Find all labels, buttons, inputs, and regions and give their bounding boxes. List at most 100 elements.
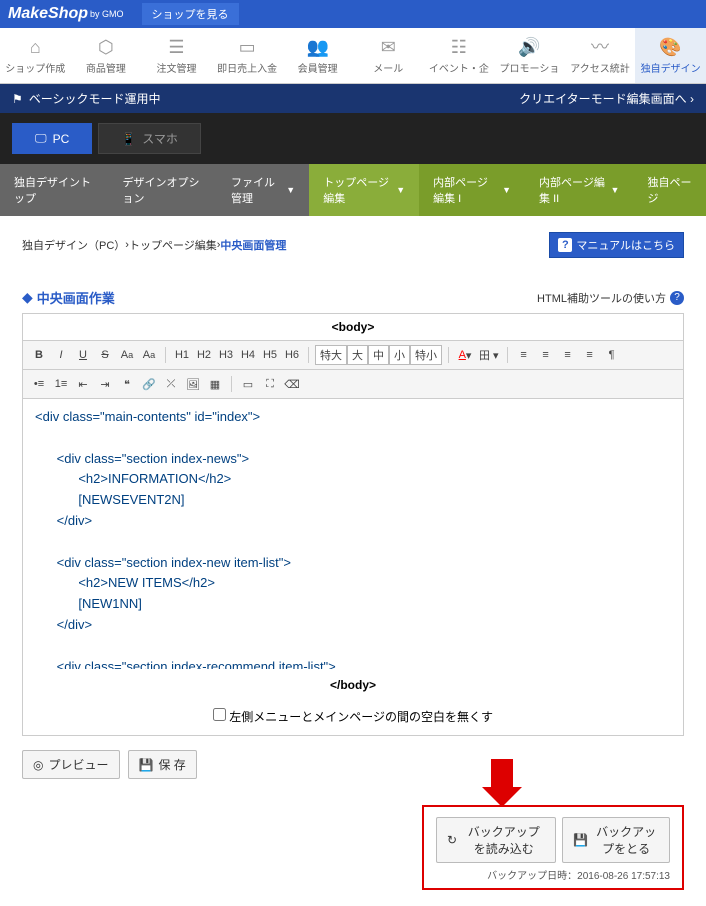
ul-button[interactable]: •≡ <box>29 374 49 394</box>
align-left-button[interactable]: ≡ <box>514 345 534 365</box>
body-close-label: </body> <box>23 672 683 698</box>
device-bar: 🖵 PC 📱 スマホ <box>0 113 706 164</box>
subnav-item-3[interactable]: トップページ編集▼ <box>309 164 419 216</box>
nav-icon: ⬡ <box>73 36 140 58</box>
nav-item-5[interactable]: ✉メール <box>353 28 424 83</box>
nav-label: メール <box>373 64 403 75</box>
bold-button[interactable]: B <box>29 345 49 365</box>
action-row: ◎ プレビュー 💾 保 存 <box>22 736 684 793</box>
clear-button[interactable]: ⌫ <box>282 374 302 394</box>
h5-button[interactable]: H5 <box>260 345 280 365</box>
nav-label: 注文管理 <box>156 64 196 75</box>
nav-label: 即日売上入金 <box>217 64 277 75</box>
nav-item-1[interactable]: ⬡ 商品管理 <box>71 28 142 83</box>
h2-button[interactable]: H2 <box>194 345 214 365</box>
table-button[interactable]: ▦ <box>205 374 225 394</box>
subnav-item-5[interactable]: 内部ページ編集 II▼ <box>525 164 633 216</box>
monitor-icon: 🖵 <box>35 131 47 146</box>
help-link[interactable]: HTML補助ツールの使い方 ? <box>537 290 684 306</box>
chevron-down-icon: ▼ <box>502 185 511 195</box>
nav-item-4[interactable]: 👥会員管理 <box>282 28 353 83</box>
question-icon: ? <box>670 291 684 305</box>
device-sp-button[interactable]: 📱 スマホ <box>98 123 201 154</box>
italic-button[interactable]: I <box>51 345 71 365</box>
crumb-2[interactable]: トップページ編集 <box>129 237 217 253</box>
paragraph-button[interactable]: ¶ <box>602 345 622 365</box>
crumb-1[interactable]: 独自デザイン（PC） <box>22 237 125 253</box>
nav-icon: 🎨 <box>637 36 704 58</box>
backup-box: ↻ バックアップを読み込む 💾 バックアップをとる バックアップ日時：2016-… <box>422 805 684 890</box>
image-button[interactable]: 🖼 <box>183 374 203 394</box>
subnav-item-6[interactable]: 独自ページ <box>633 164 706 216</box>
nav-label: プロモーショ <box>500 64 560 75</box>
manual-button[interactable]: ? マニュアルはこちら <box>549 232 684 258</box>
source-button[interactable]: ▭ <box>238 374 258 394</box>
align-right-button[interactable]: ≡ <box>558 345 578 365</box>
toolbar-row-2: •≡ 1≡ ⇤ ⇥ ❝ 🔗 ⤫ 🖼 ▦ ▭ ⛶ ⌫ <box>23 370 683 399</box>
subnav-item-1[interactable]: デザインオプション <box>109 164 218 216</box>
h1-button[interactable]: H1 <box>172 345 192 365</box>
link-button[interactable]: 🔗 <box>139 374 159 394</box>
nav-label: イベント・企 <box>429 64 489 75</box>
device-pc-button[interactable]: 🖵 PC <box>12 123 92 154</box>
ol-button[interactable]: 1≡ <box>51 374 71 394</box>
backup-take-button[interactable]: 💾 バックアップをとる <box>562 817 670 863</box>
nav-item-9[interactable]: 🎨 独自デザイン <box>635 28 706 83</box>
size-大-button[interactable]: 大 <box>347 345 368 365</box>
subnav-item-4[interactable]: 内部ページ編集 I▼ <box>419 164 525 216</box>
top-bar: MakeShop by GMO ショップを見る <box>0 0 706 28</box>
nav-item-7[interactable]: 🔊 プロモーショ <box>494 28 565 83</box>
nav-label: 独自デザイン <box>641 64 701 75</box>
text-color-button[interactable]: A ▾ <box>455 345 475 365</box>
backup-load-label: バックアップを読み込む <box>462 823 545 857</box>
underline-button[interactable]: U <box>73 345 93 365</box>
size-中-button[interactable]: 中 <box>368 345 389 365</box>
subnav-label: トップページ編集 <box>323 174 392 206</box>
align-center-button[interactable]: ≡ <box>536 345 556 365</box>
outdent-button[interactable]: ⇤ <box>73 374 93 394</box>
save-button[interactable]: 💾 保 存 <box>128 750 197 779</box>
nav-icon: ☷ <box>426 36 493 58</box>
nav-label: アクセス統計 <box>570 64 630 75</box>
logo-sub: by GMO <box>90 9 124 19</box>
checkbox-row: 左側メニューとメインページの間の空白を無くす <box>23 698 683 735</box>
unlink-button[interactable]: ⤫ <box>161 374 181 394</box>
align-justify-button[interactable]: ≡ <box>580 345 600 365</box>
bg-color-button[interactable]: 田 ▾ <box>477 345 501 365</box>
creator-mode-link[interactable]: クリエイターモード編集画面へ › <box>519 90 694 107</box>
nav-item-0[interactable]: ⌂ショップ作成 <box>0 28 71 83</box>
nav-item-8[interactable]: 〰アクセス統計 <box>565 28 636 83</box>
flag-icon: ⚑ <box>12 92 23 106</box>
subnav-label: 独自ページ <box>647 174 692 206</box>
size-小-button[interactable]: 小 <box>389 345 410 365</box>
disk-icon: 💾 <box>573 833 588 847</box>
section-header: ◆ 中央画面作業 HTML補助ツールの使い方 ? <box>22 288 684 307</box>
preview-button[interactable]: ◎ プレビュー <box>22 750 120 779</box>
nav-item-6[interactable]: ☷ イベント・企 <box>424 28 495 83</box>
h6-button[interactable]: H6 <box>282 345 302 365</box>
h3-button[interactable]: H3 <box>216 345 236 365</box>
sub-button[interactable]: Aa <box>139 345 159 365</box>
h4-button[interactable]: H4 <box>238 345 258 365</box>
size-特小-button[interactable]: 特小 <box>410 345 442 365</box>
quote-button[interactable]: ❝ <box>117 374 137 394</box>
remove-gap-checkbox[interactable] <box>213 708 226 721</box>
indent-button[interactable]: ⇥ <box>95 374 115 394</box>
strike-button[interactable]: S <box>95 345 115 365</box>
nav-item-3[interactable]: ▭即日売上入金 <box>212 28 283 83</box>
fullscreen-button[interactable]: ⛶ <box>260 374 280 394</box>
subnav-item-0[interactable]: 独自デザイントップ <box>0 164 109 216</box>
nav-item-2[interactable]: ☰注文管理 <box>141 28 212 83</box>
backup-load-button[interactable]: ↻ バックアップを読み込む <box>436 817 556 863</box>
device-sp-label: スマホ <box>142 130 178 147</box>
view-shop-button[interactable]: ショップを見る <box>142 3 239 25</box>
sup-button[interactable]: Aa <box>117 345 137 365</box>
main-nav: ⌂ショップ作成⬡ 商品管理 ☰注文管理▭即日売上入金👥会員管理✉メール☷ イベント・企… <box>0 28 706 84</box>
subnav-item-2[interactable]: ファイル管理▼ <box>217 164 309 216</box>
html-editor-textarea[interactable] <box>23 399 683 669</box>
nav-label: 商品管理 <box>86 64 126 75</box>
nav-icon: 🔊 <box>496 36 563 58</box>
backup-timestamp: バックアップ日時：2016-08-26 17:57:13 <box>436 867 670 882</box>
backup-take-label: バックアップをとる <box>593 823 659 857</box>
size-特大-button[interactable]: 特大 <box>315 345 347 365</box>
